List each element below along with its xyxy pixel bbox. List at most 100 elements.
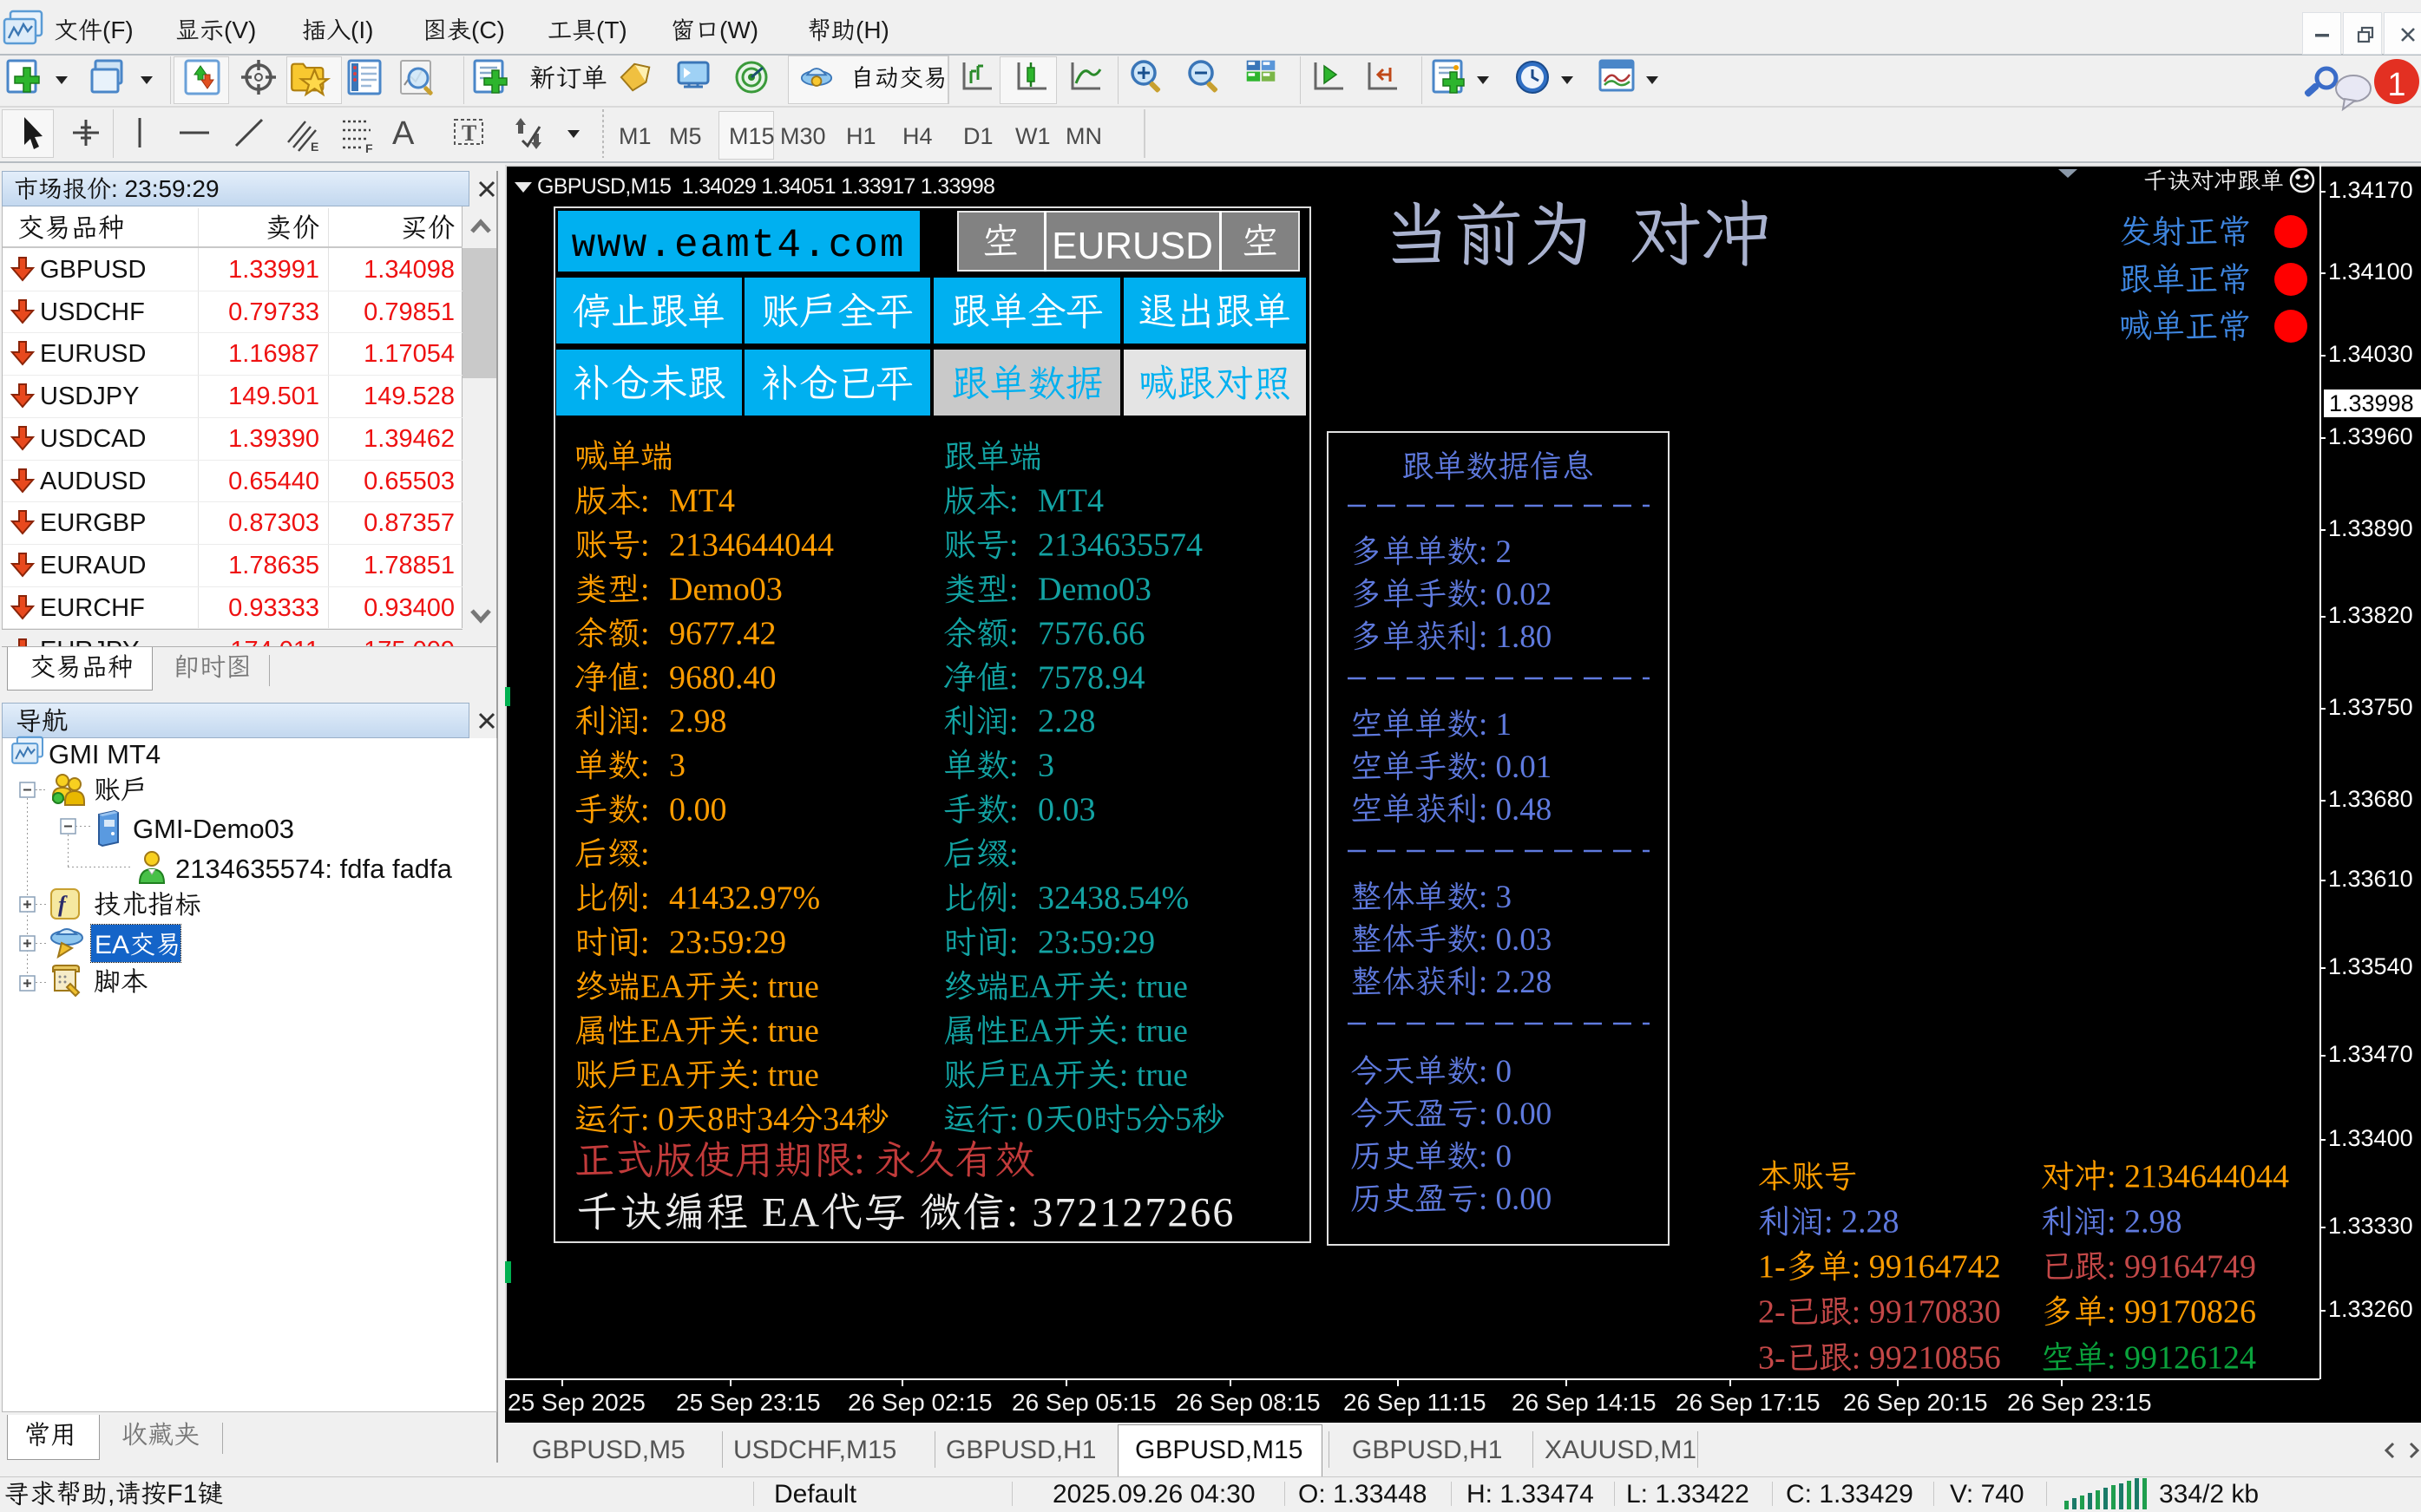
- svg-text::: :: [640, 615, 650, 651]
- svg-text::: :: [1009, 925, 1019, 961]
- svg-text:: 1: : 1: [1479, 707, 1512, 743]
- svg-text:3: 3: [669, 748, 686, 784]
- svg-text:EA: EA: [640, 1012, 685, 1049]
- svg-text:2.98: 2.98: [669, 704, 727, 740]
- svg-text:Demo03: Demo03: [1038, 571, 1151, 607]
- svg-text:: 99164749: : 99164749: [2107, 1249, 2256, 1286]
- svg-text:: 0: : 0: [1479, 1054, 1512, 1090]
- svg-text::: :: [640, 527, 650, 563]
- svg-text::: :: [640, 483, 650, 520]
- svg-text::: :: [1009, 483, 1019, 520]
- svg-text::: :: [640, 880, 650, 917]
- svg-text:EA: EA: [750, 1189, 821, 1235]
- svg-text:: 1.80: : 1.80: [1479, 619, 1552, 655]
- svg-text:2-: 2-: [1758, 1294, 1786, 1331]
- svg-text::: :: [640, 571, 650, 607]
- svg-text::: :: [1009, 880, 1019, 917]
- svg-text:: 99210856: : 99210856: [1852, 1340, 2001, 1377]
- svg-text:2134644044: 2134644044: [669, 527, 834, 563]
- svg-text:: 0.03: : 0.03: [1479, 922, 1552, 958]
- svg-text:0: 0: [1076, 1101, 1092, 1137]
- svg-text::: :: [640, 704, 650, 740]
- svg-text:: 0.48: : 0.48: [1479, 792, 1552, 828]
- svg-text:T: T: [462, 121, 476, 146]
- svg-text:: 0: : 0: [640, 1101, 674, 1137]
- svg-text:: true: : true: [751, 968, 819, 1005]
- svg-text:: 2.28: : 2.28: [1824, 1204, 1899, 1240]
- svg-text:23:59:29: 23:59:29: [1038, 925, 1155, 961]
- svg-text:F: F: [365, 141, 373, 155]
- svg-text:3: 3: [1038, 748, 1054, 784]
- svg-text::: :: [640, 925, 650, 961]
- svg-text:: 0.00: : 0.00: [1479, 1181, 1552, 1217]
- svg-text:EA: EA: [1009, 1012, 1053, 1049]
- svg-text:23:59:29: 23:59:29: [669, 925, 786, 961]
- svg-text:: 2.28: : 2.28: [1479, 965, 1552, 1000]
- svg-text:: 2.98: : 2.98: [2107, 1204, 2182, 1240]
- svg-text:3-: 3-: [1758, 1340, 1786, 1377]
- svg-text:EA: EA: [1009, 1057, 1053, 1093]
- svg-text:(T): (T): [596, 16, 627, 43]
- svg-text:2.28: 2.28: [1038, 704, 1096, 740]
- svg-text:9677.42: 9677.42: [669, 615, 777, 651]
- svg-text:5: 5: [1175, 1101, 1191, 1137]
- svg-text:EA: EA: [95, 931, 129, 959]
- svg-text:: 99126124: : 99126124: [2107, 1340, 2256, 1377]
- svg-text:(W): (W): [719, 16, 758, 43]
- svg-text:EA: EA: [640, 1057, 685, 1093]
- svg-text:7576.66: 7576.66: [1038, 615, 1145, 651]
- svg-text:: 0: : 0: [1479, 1139, 1512, 1175]
- svg-text:0.03: 0.03: [1038, 792, 1096, 828]
- svg-text:32438.54%: 32438.54%: [1038, 880, 1189, 917]
- svg-text::: :: [1009, 527, 1019, 563]
- svg-text:: 99170830: : 99170830: [1852, 1294, 2001, 1331]
- svg-text:: 99170826: : 99170826: [2107, 1294, 2256, 1331]
- svg-text:: 3: : 3: [1479, 880, 1512, 915]
- svg-text:34: 34: [757, 1101, 790, 1137]
- svg-text:: 23:59:29: : 23:59:29: [111, 175, 220, 202]
- svg-text:EA: EA: [640, 968, 685, 1005]
- svg-text:5: 5: [1125, 1101, 1142, 1137]
- svg-text:: 0.02: : 0.02: [1479, 577, 1552, 612]
- svg-text:MT4: MT4: [669, 483, 735, 520]
- svg-text::: :: [1009, 704, 1019, 740]
- svg-text:9680.40: 9680.40: [669, 659, 777, 696]
- svg-text::: :: [640, 748, 650, 784]
- svg-text::: :: [1009, 615, 1019, 651]
- svg-text:: true: : true: [1119, 1057, 1188, 1093]
- svg-text:EA: EA: [1009, 968, 1053, 1005]
- svg-text:: 2: : 2: [1479, 534, 1512, 570]
- svg-text:: true: : true: [1119, 968, 1188, 1005]
- svg-text:F1: F1: [167, 1480, 197, 1509]
- svg-text::: :: [1009, 792, 1019, 828]
- svg-text:(I): (I): [351, 16, 373, 43]
- svg-text:: 0: : 0: [1009, 1101, 1043, 1137]
- svg-text:0.00: 0.00: [669, 792, 727, 828]
- svg-text:: 372127266: : 372127266: [1007, 1189, 1235, 1235]
- svg-text:41432.97%: 41432.97%: [669, 880, 820, 917]
- svg-text:,: ,: [108, 1480, 115, 1509]
- svg-text:(F): (F): [102, 16, 134, 43]
- svg-text:(C): (C): [471, 16, 505, 43]
- svg-text::: :: [640, 659, 650, 696]
- svg-text:: true: : true: [751, 1057, 819, 1093]
- svg-text:7578.94: 7578.94: [1038, 659, 1145, 696]
- svg-text::: :: [1009, 571, 1019, 607]
- svg-text:2134635574: 2134635574: [1038, 527, 1203, 563]
- svg-text::: :: [640, 792, 650, 828]
- svg-text::: :: [1009, 659, 1019, 696]
- svg-text:: 0.00: : 0.00: [1479, 1096, 1552, 1132]
- svg-text:: 99164742: : 99164742: [1852, 1249, 2001, 1286]
- svg-text::: :: [1009, 748, 1019, 784]
- svg-text:MT4: MT4: [1038, 483, 1104, 520]
- svg-text:(V): (V): [224, 16, 256, 43]
- svg-text:E: E: [311, 140, 318, 154]
- svg-text::: :: [640, 836, 650, 873]
- svg-text:: true: : true: [751, 1012, 819, 1049]
- svg-text:34: 34: [823, 1101, 856, 1137]
- svg-text:Demo03: Demo03: [669, 571, 783, 607]
- svg-text:: 0.01: : 0.01: [1479, 749, 1552, 785]
- svg-text:1-: 1-: [1758, 1249, 1786, 1286]
- svg-text:: 2134644044: : 2134644044: [2107, 1159, 2289, 1195]
- svg-text:(H): (H): [856, 16, 889, 43]
